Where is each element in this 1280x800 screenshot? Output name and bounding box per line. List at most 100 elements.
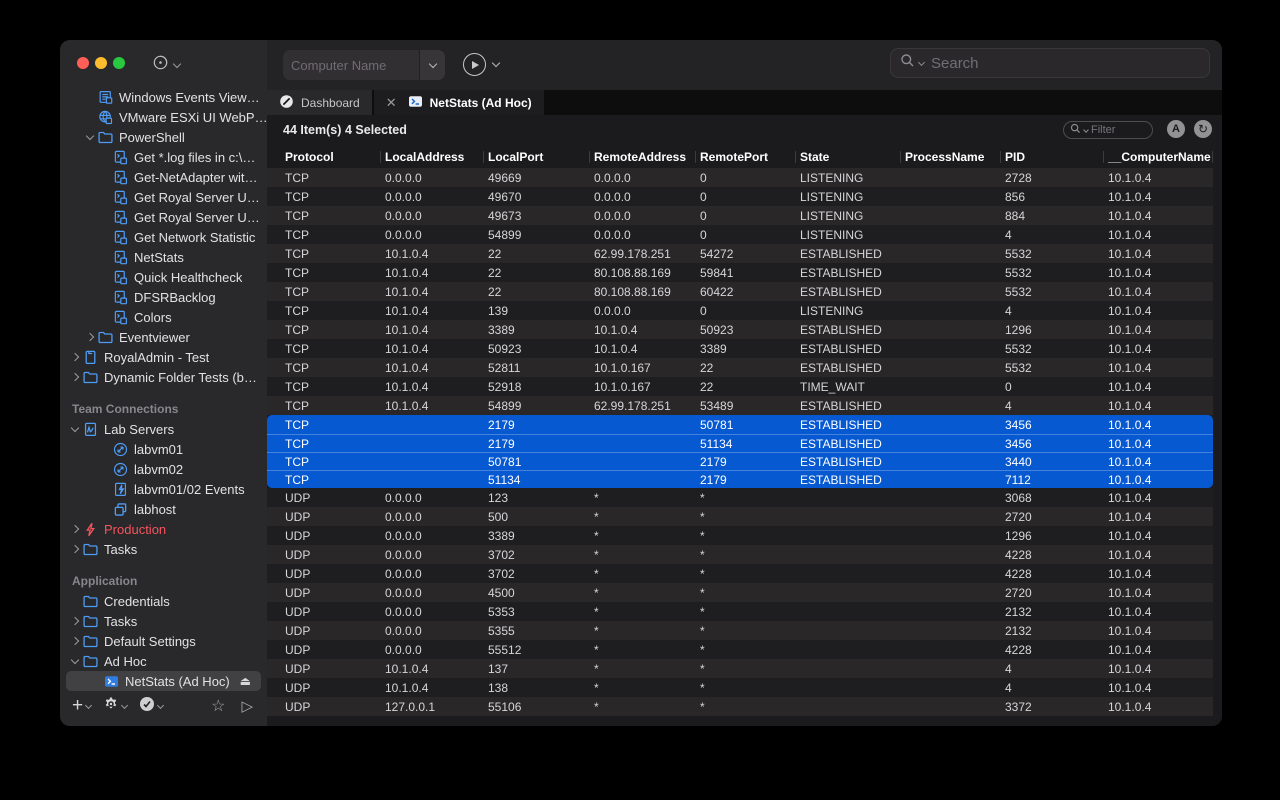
column-header-protocol[interactable]: Protocol xyxy=(267,150,367,164)
column-header-remoteaddress[interactable]: RemoteAddress xyxy=(576,150,682,164)
sidebar-item-tasks[interactable]: Tasks xyxy=(60,539,267,559)
chevron-down-icon[interactable] xyxy=(71,655,79,663)
computer-name-dropdown-button[interactable] xyxy=(419,50,445,80)
sidebar-item-lab-servers[interactable]: Lab Servers xyxy=(60,419,267,439)
table-row[interactable]: UDP0.0.0.04500**272010.1.0.4 xyxy=(267,583,1213,602)
chevron-right-icon[interactable] xyxy=(86,333,94,341)
table-row[interactable]: UDP0.0.0.05355**213210.1.0.4 xyxy=(267,621,1213,640)
column-header-remoteport[interactable]: RemotePort xyxy=(682,150,782,164)
sidebar-item-get-netadapter-wit[interactable]: Get-NetAdapter wit… xyxy=(60,167,267,187)
sidebar-item-windows-events-view[interactable]: Windows Events View… xyxy=(60,87,267,107)
sidebar-item-netstats[interactable]: NetStats xyxy=(60,247,267,267)
execute-button[interactable] xyxy=(463,53,486,76)
connection-target-button[interactable] xyxy=(152,54,180,76)
column-header-pid[interactable]: PID xyxy=(987,150,1090,164)
chevron-right-icon[interactable] xyxy=(71,353,79,361)
table-row[interactable]: TCP10.1.0.45281110.1.0.16722ESTABLISHED5… xyxy=(267,358,1213,377)
execute-dropdown-chevron[interactable] xyxy=(492,59,500,67)
table-row[interactable]: TCP10.1.0.45092310.1.0.43389ESTABLISHED5… xyxy=(267,339,1213,358)
actions-menu-button[interactable] xyxy=(139,696,163,716)
zoom-window-button[interactable] xyxy=(113,57,125,69)
sidebar-item-dfsrbacklog[interactable]: DFSRBacklog xyxy=(60,287,267,307)
sidebar-item-dynamic-folder-tests-b[interactable]: Dynamic Folder Tests (b… xyxy=(60,367,267,387)
sidebar-item-quick-healthcheck[interactable]: Quick Healthcheck xyxy=(60,267,267,287)
sidebar-item-tasks[interactable]: Tasks xyxy=(60,611,267,631)
table-row[interactable]: TCP10.1.0.4338910.1.0.450923ESTABLISHED1… xyxy=(267,320,1213,339)
table-row[interactable]: TCP10.1.0.45291810.1.0.16722TIME_WAIT010… xyxy=(267,377,1213,396)
sidebar-item-production[interactable]: Production xyxy=(60,519,267,539)
column-header-localaddress[interactable]: LocalAddress xyxy=(367,150,470,164)
close-window-button[interactable] xyxy=(77,57,89,69)
table-row[interactable]: UDP0.0.0.055512**422810.1.0.4 xyxy=(267,640,1213,659)
table-row[interactable]: UDP10.1.0.4138**410.1.0.4 xyxy=(267,678,1213,697)
sidebar-item-labvm01-02-events[interactable]: labvm01/02 Events xyxy=(60,479,267,499)
column-header-localport[interactable]: LocalPort xyxy=(470,150,576,164)
table-row[interactable]: UDP0.0.0.0500**272010.1.0.4 xyxy=(267,507,1213,526)
sidebar-item-ad-hoc[interactable]: Ad Hoc xyxy=(60,651,267,671)
sidebar-item-labvm01[interactable]: labvm01 xyxy=(60,439,267,459)
table-row[interactable]: TCP0.0.0.0496700.0.0.00LISTENING85610.1.… xyxy=(267,187,1213,206)
table-row[interactable]: TCP0.0.0.0496690.0.0.00LISTENING272810.1… xyxy=(267,168,1213,187)
minimize-window-button[interactable] xyxy=(95,57,107,69)
match-case-button[interactable]: A xyxy=(1167,120,1185,138)
sidebar-item-default-settings[interactable]: Default Settings xyxy=(60,631,267,651)
sidebar-item-credentials[interactable]: Credentials xyxy=(60,591,267,611)
sidebar-item-colors[interactable]: Colors xyxy=(60,307,267,327)
sidebar-item-get-royal-server-u[interactable]: Get Royal Server U… xyxy=(60,207,267,227)
sidebar-item-get-royal-server-u[interactable]: Get Royal Server U… xyxy=(60,187,267,207)
search-input[interactable] xyxy=(931,55,1200,72)
sidebar-item-get-log-files-in-c[interactable]: Get *.log files in c:\… xyxy=(60,147,267,167)
tab-dashboard[interactable]: Dashboard xyxy=(267,90,372,115)
search-scope-chevron-icon[interactable] xyxy=(918,58,925,65)
column-header-processname[interactable]: ProcessName xyxy=(887,150,987,164)
table-row[interactable]: TCP10.1.0.42262.99.178.25154272ESTABLISH… xyxy=(267,244,1213,263)
chevron-down-icon[interactable] xyxy=(71,423,79,431)
table-row[interactable]: UDP0.0.0.0123**306810.1.0.4 xyxy=(267,488,1213,507)
table-row-selected[interactable]: TCP217950781ESTABLISHED345610.1.0.4 xyxy=(267,415,1213,434)
sidebar-item-labvm02[interactable]: labvm02 xyxy=(60,459,267,479)
filter-box[interactable] xyxy=(1063,121,1153,139)
chevron-right-icon[interactable] xyxy=(71,545,79,553)
favorite-star-button[interactable]: ☆ xyxy=(211,696,225,716)
table-row-selected[interactable]: TCP217951134ESTABLISHED345610.1.0.4 xyxy=(267,434,1213,452)
table-row[interactable]: UDP0.0.0.03702**422810.1.0.4 xyxy=(267,564,1213,583)
run-button[interactable]: ▷ xyxy=(241,697,253,715)
table-row[interactable]: UDP10.1.0.4137**410.1.0.4 xyxy=(267,659,1213,678)
refresh-button[interactable]: ↻ xyxy=(1194,120,1212,138)
sidebar-item-get-network-statistic[interactable]: Get Network Statistic xyxy=(60,227,267,247)
sidebar-item-royaladmin-test[interactable]: RoyalAdmin - Test xyxy=(60,347,267,367)
sidebar-item-netstats-ad-hoc[interactable]: NetStats (Ad Hoc)⏏ xyxy=(66,671,261,691)
computer-name-combo[interactable] xyxy=(283,50,445,80)
chevron-right-icon[interactable] xyxy=(71,525,79,533)
table-row[interactable]: TCP10.1.0.45489962.99.178.25153489ESTABL… xyxy=(267,396,1213,415)
table-row[interactable]: UDP0.0.0.03702**422810.1.0.4 xyxy=(267,545,1213,564)
column-header-state[interactable]: State xyxy=(782,150,887,164)
chevron-down-icon[interactable] xyxy=(86,131,94,139)
table-row[interactable]: TCP10.1.0.42280.108.88.16960422ESTABLISH… xyxy=(267,282,1213,301)
search-box[interactable] xyxy=(890,48,1210,78)
chevron-right-icon[interactable] xyxy=(71,617,79,625)
chevron-right-icon[interactable] xyxy=(71,373,79,381)
table-row[interactable]: TCP0.0.0.0496730.0.0.00LISTENING88410.1.… xyxy=(267,206,1213,225)
close-tab-icon[interactable]: ✕ xyxy=(386,95,397,111)
filter-scope-chevron-icon[interactable] xyxy=(1083,127,1089,133)
add-button[interactable]: + xyxy=(72,695,91,717)
table-row[interactable]: TCP0.0.0.0548990.0.0.00LISTENING410.1.0.… xyxy=(267,225,1213,244)
sidebar-item-labhost[interactable]: labhost xyxy=(60,499,267,519)
table-row-selected[interactable]: TCP507812179ESTABLISHED344010.1.0.4 xyxy=(267,452,1213,470)
filter-input[interactable] xyxy=(1091,124,1141,136)
settings-button[interactable] xyxy=(103,696,127,716)
table-row[interactable]: TCP10.1.0.42280.108.88.16959841ESTABLISH… xyxy=(267,263,1213,282)
sidebar-item-eventviewer[interactable]: Eventviewer xyxy=(60,327,267,347)
column-header-computername[interactable]: __ComputerName xyxy=(1090,150,1213,164)
sidebar-item-powershell[interactable]: PowerShell xyxy=(60,127,267,147)
sidebar-item-vmware-esxi-ui-webp[interactable]: VMware ESXi UI WebP… xyxy=(60,107,267,127)
tab-netstats-ad-hoc[interactable]: ✕ NetStats (Ad Hoc) xyxy=(374,90,544,115)
table-row[interactable]: UDP127.0.0.155106**337210.1.0.4 xyxy=(267,697,1213,716)
table-row[interactable]: UDP0.0.0.03389**129610.1.0.4 xyxy=(267,526,1213,545)
table-row[interactable]: UDP0.0.0.05353**213210.1.0.4 xyxy=(267,602,1213,621)
table-row[interactable]: TCP10.1.0.41390.0.0.00LISTENING410.1.0.4 xyxy=(267,301,1213,320)
eject-icon[interactable]: ⏏ xyxy=(240,674,251,688)
computer-name-input[interactable] xyxy=(283,58,419,73)
chevron-right-icon[interactable] xyxy=(71,637,79,645)
